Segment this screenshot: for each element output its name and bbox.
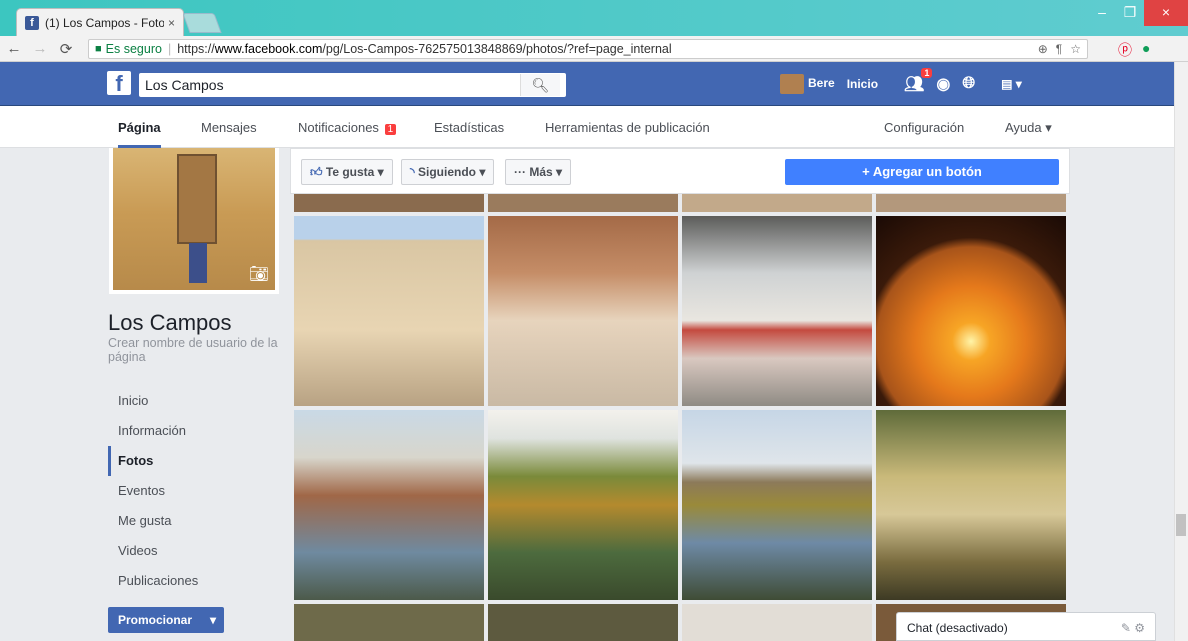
browser-nav: ← → ⟳ — [6, 40, 74, 58]
url-host: www.facebook.com — [214, 42, 323, 56]
window-close-button[interactable]: × — [1144, 0, 1188, 26]
photo-tile[interactable] — [682, 216, 872, 406]
tab-estadisticas[interactable]: Estadísticas — [434, 120, 504, 135]
window-minimize-button[interactable]: – — [1088, 0, 1116, 26]
following-label: Siguiendo ▾ — [418, 165, 486, 179]
like-button[interactable]: 👍︎ Te gusta ▾ — [301, 159, 393, 185]
create-username-link[interactable]: Crear nombre de usuario de la página — [108, 336, 288, 364]
extension-icon[interactable]: ● — [1142, 40, 1150, 60]
key-icon[interactable]: ¶ — [1056, 42, 1062, 56]
church-tower — [177, 154, 217, 244]
profile-link[interactable]: Bere — [780, 74, 835, 94]
notif-badge: 1 — [384, 124, 397, 135]
user-name: Bere — [808, 76, 835, 91]
secure-label: Es seguro — [105, 42, 162, 56]
following-button[interactable]: ◝ Siguiendo ▾ — [401, 159, 495, 185]
back-arrow-icon[interactable]: ← — [6, 40, 22, 58]
extensions: ⓟ ● — [1118, 40, 1150, 60]
url-bar[interactable]: ■ Es seguro | https:// www.facebook.com … — [88, 39, 1088, 59]
photo-tile[interactable] — [876, 410, 1066, 600]
tab-mensajes[interactable]: Mensajes — [201, 120, 257, 135]
promote-button[interactable]: Promocionar ▾ — [108, 607, 224, 633]
photo-tile[interactable] — [488, 216, 678, 406]
window-controls: – ❐ × — [1088, 0, 1188, 26]
search-input[interactable]: Los Campos 🔍︎ — [139, 73, 566, 97]
tab-close-icon[interactable]: × — [168, 16, 175, 30]
sidebar-item-eventos[interactable]: Eventos — [108, 476, 288, 506]
account-menu-icon[interactable]: ▤ ▾ — [1001, 77, 1022, 91]
like-label: Te gusta ▾ — [325, 165, 384, 179]
sidebar-item-publicaciones[interactable]: Publicaciones — [108, 566, 288, 596]
page-nav: Página Mensajes Notificaciones 1 Estadís… — [0, 106, 1174, 148]
tab-notificaciones-label: Notificaciones — [298, 120, 379, 135]
photo-tile[interactable] — [488, 604, 678, 641]
tab-ayuda[interactable]: Ayuda ▾ — [1005, 120, 1052, 136]
sidebar-item-me-gusta[interactable]: Me gusta — [108, 506, 288, 536]
lock-icon: ■ — [95, 43, 102, 55]
photo-tile[interactable] — [682, 194, 872, 212]
page-action-bar: 👍︎ Te gusta ▾ ◝ Siguiendo ▾ ··· Más ▾ + … — [290, 148, 1070, 194]
photo-tile[interactable] — [682, 410, 872, 600]
add-button[interactable]: + Agregar un botón — [785, 159, 1059, 185]
gear-icon[interactable]: ⚙ — [1134, 621, 1145, 635]
reload-icon[interactable]: ⟳ — [58, 40, 74, 58]
photo-tile[interactable] — [876, 194, 1066, 212]
thumbs-up-icon: 👍︎ — [310, 165, 323, 179]
chat-label: Chat (desactivado) — [907, 621, 1008, 635]
page-profile-picture[interactable]: 📷︎ — [109, 148, 279, 294]
sidebar-item-videos[interactable]: Videos — [108, 536, 288, 566]
search-icon[interactable]: 🔍︎ — [520, 74, 560, 96]
photo-tile[interactable] — [682, 604, 872, 641]
page-title[interactable]: Los Campos — [108, 310, 232, 336]
tab-title: (1) Los Campos - Fotos — [45, 15, 164, 30]
search-value: Los Campos — [145, 77, 224, 93]
church-door — [189, 243, 207, 283]
photo-tile[interactable] — [294, 604, 484, 641]
sidebar-item-inicio[interactable]: Inicio — [108, 386, 288, 416]
camera-icon[interactable]: 📷︎ — [249, 264, 269, 284]
omnibox-icons: ⊕ ¶ ☆ — [1038, 42, 1081, 56]
browser-tab[interactable]: f (1) Los Campos - Fotos × — [16, 8, 184, 36]
page-scrollbar[interactable] — [1174, 62, 1188, 641]
facebook-logo[interactable]: f — [107, 71, 131, 96]
photo-tile[interactable] — [294, 216, 484, 406]
rss-icon: ◝ — [410, 165, 415, 179]
friend-badge: 1 — [921, 68, 933, 78]
more-button[interactable]: ··· Más ▾ — [505, 159, 572, 185]
sidebar-item-fotos[interactable]: Fotos — [108, 446, 288, 476]
tab-pagina[interactable]: Página — [118, 120, 161, 148]
url-path: /pg/Los-Campos-762575013848869/photos/?r… — [322, 42, 672, 56]
chat-bar[interactable]: Chat (desactivado) ✎ ⚙ — [896, 612, 1156, 641]
page-sidebar: Inicio Información Fotos Eventos Me gust… — [108, 386, 288, 596]
photo-tile[interactable] — [294, 410, 484, 600]
forward-arrow-icon[interactable]: → — [32, 40, 48, 58]
header-right: Bere Inicio 👥︎ 1 ◉ 🌐︎ ▤ ▾ — [780, 68, 1022, 94]
photo-tile[interactable] — [488, 194, 678, 212]
globe-icon[interactable]: 🌐︎ — [962, 75, 975, 93]
messenger-icon[interactable]: ◉ — [936, 74, 950, 94]
zoom-icon[interactable]: ⊕ — [1038, 42, 1048, 56]
photo-tile[interactable] — [876, 216, 1066, 406]
photo-tile[interactable] — [488, 410, 678, 600]
tab-configuracion[interactable]: Configuración — [884, 120, 964, 135]
chevron-down-icon: ▾ — [210, 613, 217, 627]
avatar — [780, 74, 804, 94]
sidebar-item-informacion[interactable]: Información — [108, 416, 288, 446]
scrollbar-thumb[interactable] — [1176, 514, 1186, 536]
promote-label: Promocionar — [118, 613, 193, 627]
new-tab-button[interactable] — [182, 13, 222, 33]
home-link[interactable]: Inicio — [847, 77, 878, 91]
url-separator: | — [167, 42, 172, 56]
window-maximize-button[interactable]: ❐ — [1116, 0, 1144, 26]
chat-tools: ✎ ⚙ — [1121, 621, 1145, 635]
url-scheme: https:// — [177, 42, 215, 56]
compose-icon[interactable]: ✎ — [1121, 621, 1131, 635]
photo-tile[interactable] — [294, 194, 484, 212]
friends-icon[interactable]: 👥︎ 1 — [904, 68, 933, 94]
facebook-favicon-icon: f — [25, 15, 39, 30]
pinterest-icon[interactable]: ⓟ — [1118, 40, 1132, 60]
bookmark-star-icon[interactable]: ☆ — [1070, 42, 1081, 56]
tab-herramientas[interactable]: Herramientas de publicación — [545, 120, 710, 135]
tab-notificaciones[interactable]: Notificaciones 1 — [298, 120, 397, 135]
